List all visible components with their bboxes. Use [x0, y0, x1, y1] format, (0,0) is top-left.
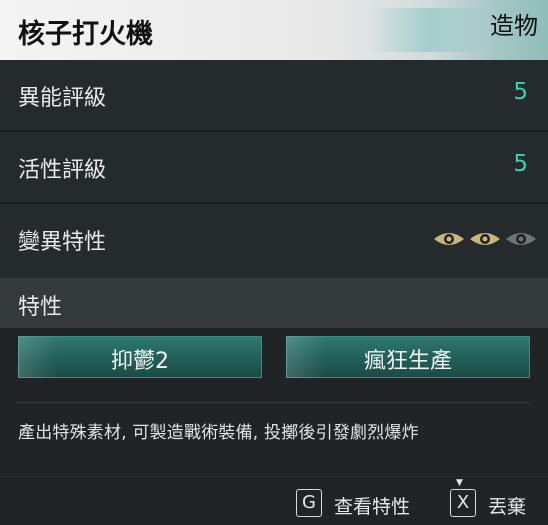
stat-label: 變異特性 — [18, 230, 107, 255]
traits-header: 特性 — [0, 278, 548, 328]
discard-button[interactable]: 丟棄 — [488, 492, 526, 519]
item-header: 核子打火機 造物 — [0, 0, 548, 60]
trait-chip-label: 瘋狂生產 — [363, 349, 452, 374]
stat-value: 5 — [513, 151, 528, 177]
footer-divider — [0, 476, 548, 477]
stat-row-mutation: 變異特性 — [0, 204, 548, 278]
item-title: 核子打火機 — [18, 19, 153, 50]
stat-row-ability: 異能評級 5 — [0, 60, 548, 132]
view-traits-button[interactable]: 查看特性 — [334, 492, 410, 519]
caret-icon: ▼ — [456, 478, 463, 488]
eye-icon-active — [470, 233, 500, 245]
stat-row-activity: 活性評級 5 — [0, 132, 548, 204]
trait-chip-mad-production[interactable]: 瘋狂生產 — [286, 336, 530, 378]
eye-icon-active — [434, 233, 464, 245]
traits-label: 特性 — [18, 295, 63, 320]
mutation-level-indicator — [432, 229, 538, 249]
stat-label: 活性評級 — [18, 158, 107, 183]
stat-label: 異能評級 — [18, 86, 107, 111]
trait-chip-depression[interactable]: 抑鬱2 — [18, 336, 262, 378]
x-key-icon[interactable]: X — [450, 489, 476, 517]
eye-icon-inactive — [506, 233, 536, 245]
item-category: 造物 — [490, 12, 538, 40]
g-key-icon[interactable]: G — [296, 489, 322, 517]
stat-value: 5 — [513, 79, 528, 105]
item-description: 產出特殊素材, 可製造戰術裝備, 投擲後引發劇烈爆炸 — [18, 423, 419, 443]
header-decoration — [368, 8, 488, 52]
divider — [16, 402, 530, 403]
trait-chip-label: 抑鬱2 — [111, 349, 169, 374]
